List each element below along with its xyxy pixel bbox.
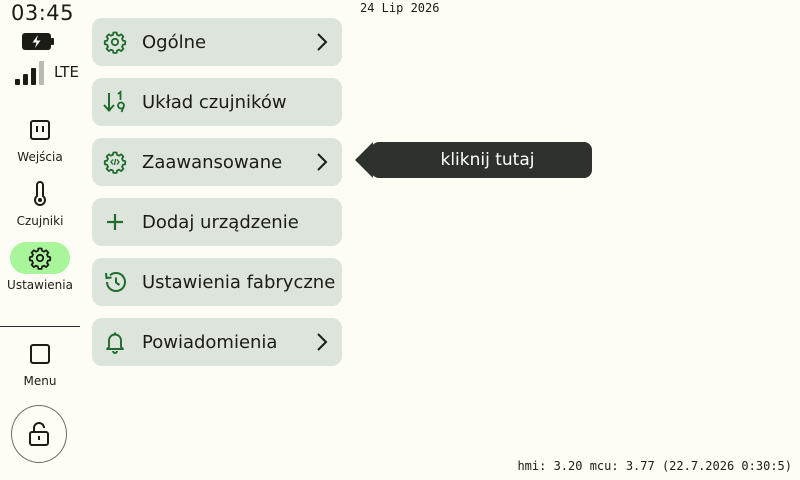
chevron-right-icon bbox=[317, 153, 328, 171]
network-type: LTE bbox=[54, 63, 79, 81]
menu-item-label: Ustawienia fabryczne bbox=[142, 271, 336, 293]
lock-button[interactable] bbox=[11, 405, 67, 463]
menu-item-label: Ogólne bbox=[142, 31, 207, 53]
tooltip: kliknij tutaj bbox=[355, 142, 592, 178]
tooltip-text: kliknij tutaj bbox=[371, 142, 592, 178]
battery-charging-icon bbox=[22, 33, 54, 50]
menu-item-label: Zaawansowane bbox=[142, 151, 283, 173]
sort-numeric-icon bbox=[103, 90, 125, 113]
menu-item-label: Dodaj urządzenie bbox=[142, 211, 299, 233]
nav-label-settings: Ustawienia bbox=[7, 278, 73, 292]
chevron-right-icon bbox=[317, 33, 328, 51]
lock-open-icon bbox=[29, 422, 49, 446]
thermometer-icon bbox=[34, 181, 46, 206]
plus-icon bbox=[107, 214, 123, 230]
menu-item-label: Powiadomienia bbox=[142, 331, 278, 353]
version-info: hmi: 3.20 mcu: 3.77 (22.7.2026 0:30:5) bbox=[517, 459, 792, 473]
chevron-right-icon bbox=[317, 333, 328, 351]
menu-item-notifications[interactable]: Powiadomienia bbox=[92, 318, 342, 366]
menu-item-general[interactable]: Ogólne bbox=[92, 18, 342, 66]
gear-icon bbox=[28, 247, 52, 270]
history-icon bbox=[105, 272, 126, 292]
nav-item-menu[interactable]: Menu bbox=[0, 338, 80, 388]
nav-label-menu: Menu bbox=[23, 374, 57, 388]
menu-item-advanced[interactable]: Zaawansowane bbox=[92, 138, 342, 186]
clock: 03:45 bbox=[11, 1, 75, 25]
input-icon bbox=[30, 120, 50, 140]
gear-icon bbox=[103, 31, 127, 54]
menu-item-add-device[interactable]: Dodaj urządzenie bbox=[92, 198, 342, 246]
nav-item-inputs[interactable]: Wejścia bbox=[0, 114, 80, 164]
signal-icon bbox=[15, 60, 44, 85]
square-icon bbox=[30, 344, 50, 364]
nav-item-settings[interactable]: Ustawienia bbox=[0, 242, 80, 292]
nav-label-sensors: Czujniki bbox=[16, 214, 64, 228]
nav-label-inputs: Wejścia bbox=[17, 150, 63, 164]
menu-item-factory-reset[interactable]: Ustawienia fabryczne bbox=[92, 258, 342, 306]
menu-item-label: Układ czujników bbox=[142, 91, 287, 113]
menu-item-sensor-layout[interactable]: Układ czujników bbox=[92, 78, 342, 126]
date-label: 24 Lip 2026 bbox=[360, 1, 440, 15]
nav-item-sensors[interactable]: Czujniki bbox=[0, 178, 80, 228]
bell-icon bbox=[106, 332, 124, 354]
rail-divider bbox=[0, 326, 80, 327]
code-gear-icon bbox=[103, 151, 127, 174]
